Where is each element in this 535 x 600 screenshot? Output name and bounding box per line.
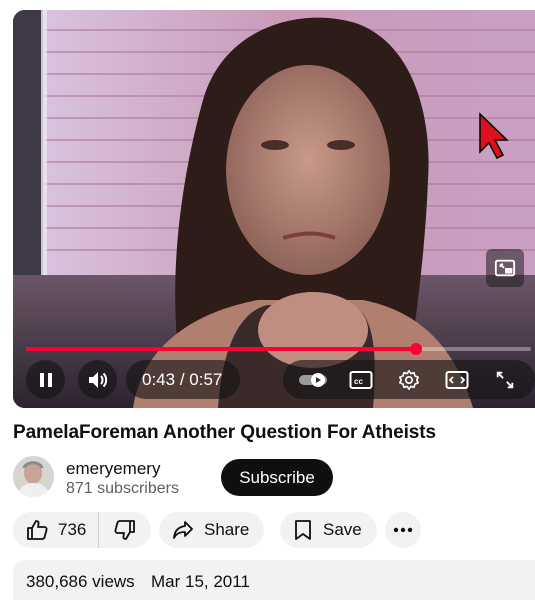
channel-avatar[interactable] bbox=[13, 456, 54, 497]
svg-text:cc: cc bbox=[354, 377, 363, 386]
fullscreen-icon bbox=[496, 371, 514, 388]
thumbs-down-icon bbox=[114, 520, 135, 540]
settings-gear-icon bbox=[399, 369, 419, 390]
duration: 0:57 bbox=[189, 369, 223, 389]
like-dislike-group: 736 bbox=[13, 512, 151, 548]
theater-mode-button[interactable] bbox=[433, 360, 481, 399]
subscriber-count: 871 subscribers bbox=[66, 480, 179, 497]
more-dots-icon bbox=[393, 527, 413, 533]
bookmark-icon bbox=[295, 520, 311, 540]
channel-name[interactable]: emeryemery bbox=[66, 459, 160, 479]
miniplayer-icon bbox=[494, 259, 516, 277]
save-button[interactable]: Save bbox=[280, 512, 377, 548]
volume-icon bbox=[88, 371, 107, 388]
dislike-button[interactable] bbox=[99, 512, 151, 548]
video-player[interactable]: 0:43 / 0:57 cc bbox=[13, 10, 535, 408]
miniplayer-button[interactable] bbox=[486, 249, 524, 287]
share-arrow-icon bbox=[173, 521, 193, 539]
description-box[interactable]: 380,686 views Mar 15, 2011 bbox=[13, 560, 535, 600]
theater-mode-icon bbox=[445, 370, 469, 389]
subscribe-button[interactable]: Subscribe bbox=[221, 459, 333, 496]
autoplay-toggle[interactable] bbox=[289, 360, 337, 399]
captions-icon: cc bbox=[349, 370, 373, 389]
time-display: 0:43 / 0:57 bbox=[126, 360, 241, 399]
settings-button[interactable] bbox=[385, 360, 433, 399]
save-label: Save bbox=[323, 520, 362, 539]
pause-button[interactable] bbox=[26, 360, 65, 399]
time-separator: / bbox=[179, 369, 185, 389]
like-button[interactable]: 736 bbox=[13, 512, 99, 548]
share-label: Share bbox=[204, 520, 250, 539]
more-actions-button[interactable] bbox=[385, 512, 421, 548]
share-button[interactable]: Share bbox=[159, 512, 264, 548]
captions-button[interactable]: cc bbox=[337, 360, 385, 399]
progress-bar[interactable] bbox=[26, 343, 531, 355]
progress-played bbox=[26, 347, 416, 351]
thumbs-up-icon bbox=[27, 520, 48, 540]
current-time: 0:43 bbox=[142, 369, 176, 389]
view-count: 380,686 views bbox=[26, 572, 135, 591]
pause-icon bbox=[39, 372, 52, 387]
like-count: 736 bbox=[58, 520, 87, 539]
fullscreen-button[interactable] bbox=[481, 360, 529, 399]
autoplay-toggle-icon bbox=[299, 372, 327, 387]
avatar-image bbox=[13, 456, 54, 497]
player-controls-right: cc bbox=[283, 360, 535, 399]
upload-date: Mar 15, 2011 bbox=[151, 572, 250, 591]
progress-scrubber[interactable] bbox=[409, 343, 422, 355]
video-title: PamelaForeman Another Question For Athei… bbox=[13, 422, 436, 443]
volume-button[interactable] bbox=[78, 360, 117, 399]
